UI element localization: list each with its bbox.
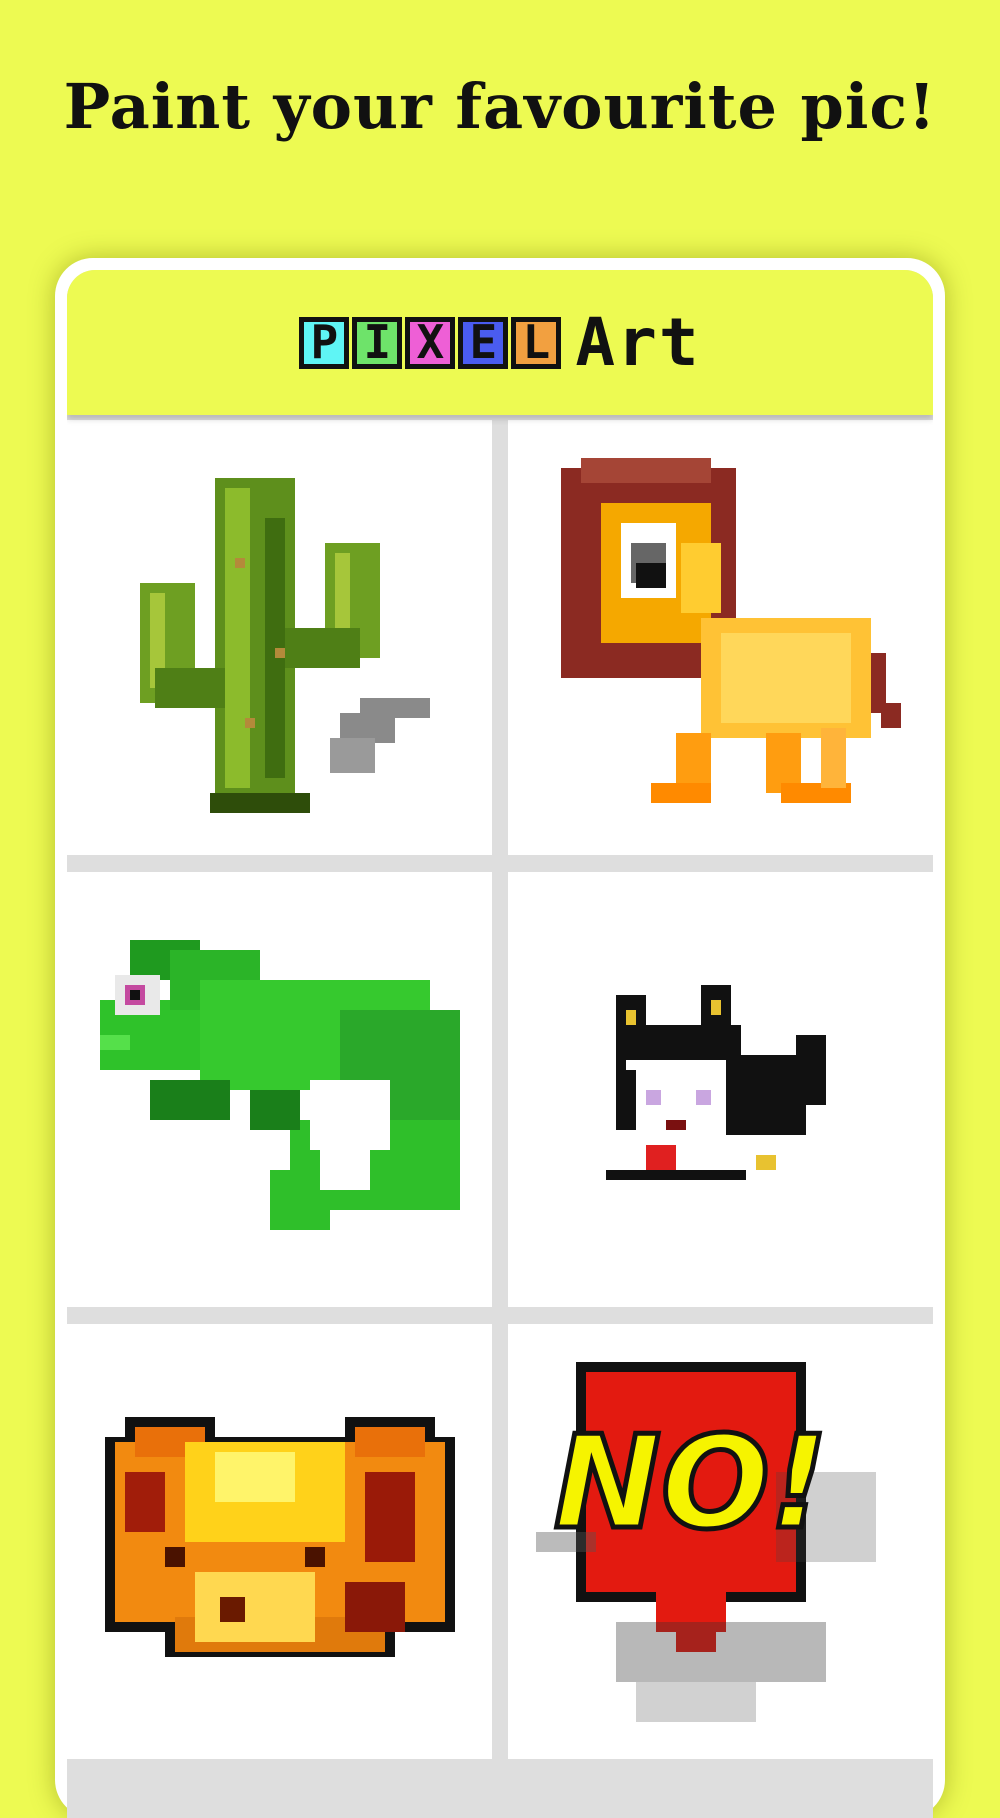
app-bar: P I X E L Art bbox=[67, 270, 933, 415]
gallery-item-bear[interactable] bbox=[67, 1324, 492, 1759]
gallery-item-no-bubble[interactable]: NO! bbox=[508, 1324, 933, 1759]
headline: Paint your favourite pic! bbox=[63, 70, 937, 143]
gallery-item-chameleon[interactable] bbox=[67, 872, 492, 1307]
logo-letter: P bbox=[299, 316, 350, 369]
lion-picture bbox=[560, 457, 901, 803]
logo-letter: E bbox=[458, 316, 509, 369]
logo-letter: X bbox=[405, 316, 456, 369]
no-bubble-picture: NO! bbox=[535, 1361, 876, 1722]
logo-letter: I bbox=[352, 316, 403, 369]
gallery-item-cactus[interactable] bbox=[67, 420, 492, 855]
gallery-item-cat[interactable] bbox=[508, 872, 933, 1307]
phone-frame: P I X E L Art NO! bbox=[55, 258, 945, 1818]
cat-picture bbox=[605, 984, 826, 1180]
chameleon-picture bbox=[99, 939, 460, 1230]
logo-letter: L bbox=[511, 316, 562, 369]
app-logo-pixel: P I X E L bbox=[299, 316, 562, 369]
gallery-item-lion[interactable] bbox=[508, 420, 933, 855]
no-bubble-text: NO! bbox=[553, 1409, 827, 1558]
app-screen: P I X E L Art NO! bbox=[67, 270, 933, 1818]
picture-grid: NO! bbox=[67, 420, 933, 1759]
cactus-picture bbox=[139, 477, 430, 813]
app-logo-word: Art bbox=[575, 304, 701, 381]
bear-picture bbox=[104, 1416, 455, 1657]
